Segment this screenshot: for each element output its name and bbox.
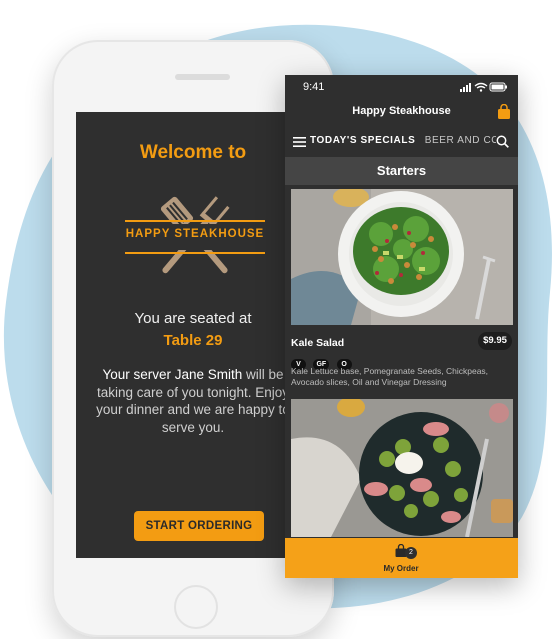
server-message: Your server Jane Smith will be taking ca… <box>90 366 296 436</box>
my-order-bar[interactable]: 2 My Order <box>285 538 518 578</box>
home-button[interactable] <box>174 585 218 629</box>
section-header-starters: Starters <box>285 157 518 185</box>
server-name-text: Your server Jane Smith <box>102 367 243 382</box>
kale-salad-image[interactable] <box>291 189 513 325</box>
menu-item-price: $9.95 <box>478 332 512 350</box>
signal-icon <box>460 83 471 92</box>
battery-icon <box>489 82 507 92</box>
menu-item-name[interactable]: Kale Salad <box>291 337 344 349</box>
status-bar: 9:41 <box>285 75 518 97</box>
category-nav: TODAY'S SPECIALS BEER AND COCKTAILS <box>285 131 518 153</box>
seated-text: You are seated at <box>134 310 252 327</box>
menu-screen: 9:41 Happy Steakhouse TODAY'S SPECIALS B… <box>285 75 518 578</box>
menu-item-description: Kale Lettuce base, Pomegranate Seeds, Ch… <box>291 366 489 387</box>
tab-todays-specials[interactable]: TODAY'S SPECIALS <box>310 135 415 146</box>
hamburger-menu-icon[interactable] <box>293 137 306 147</box>
order-count-badge: 2 <box>405 547 417 559</box>
my-order-label: My Order <box>383 564 419 573</box>
start-ordering-button[interactable]: START ORDERING <box>134 511 264 541</box>
category-tabs: TODAY'S SPECIALS BEER AND COCKTAILS <box>310 135 496 146</box>
shopping-bag-icon[interactable] <box>497 104 511 119</box>
starter-dish-image[interactable] <box>291 399 513 537</box>
phone-speaker <box>175 74 230 80</box>
logo-text: HAPPY STEAKHOUSE <box>125 228 265 240</box>
my-order-button[interactable]: 2 My Order <box>377 543 425 573</box>
tab-beer-and-cocktails[interactable]: BEER AND COCKTAILS <box>425 135 496 146</box>
search-icon[interactable] <box>496 135 509 148</box>
status-time: 9:41 <box>303 81 325 93</box>
status-icons <box>460 82 507 92</box>
app-title: Happy Steakhouse <box>352 105 451 117</box>
wifi-icon <box>474 82 488 92</box>
welcome-screen: Welcome to HAPPY STEAKHOUSE You are seat… <box>76 112 310 558</box>
welcome-heading: Welcome to <box>139 142 247 163</box>
table-number: Table 29 <box>163 332 223 349</box>
app-header: Happy Steakhouse <box>285 97 518 127</box>
